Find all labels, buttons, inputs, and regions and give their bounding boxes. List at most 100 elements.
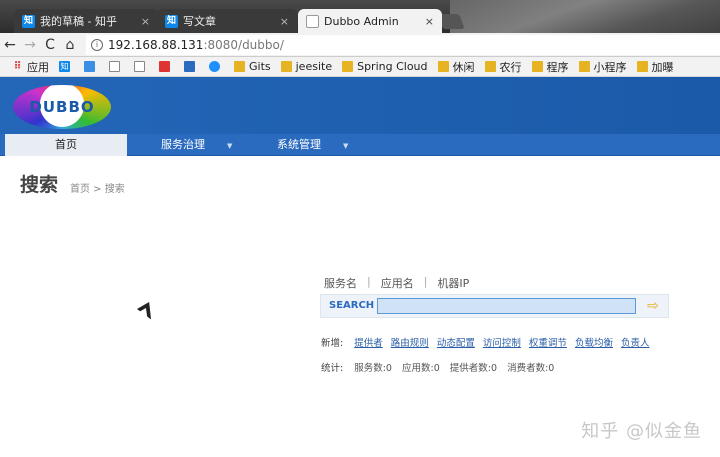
- bookmark-folder[interactable]: 加曝: [636, 59, 674, 75]
- menu-label: 系统管理: [277, 138, 321, 151]
- doc-icon: [109, 61, 120, 72]
- new-links-row: 新增: 提供者 路由规则 动态配置 访问控制 权重调节 负载均衡 负责人: [321, 335, 655, 349]
- tab-separator: |: [367, 275, 371, 288]
- forward-icon[interactable]: →: [20, 37, 40, 53]
- tab-machine-ip[interactable]: 机器IP: [437, 275, 469, 296]
- link-provider[interactable]: 提供者: [354, 338, 383, 349]
- tab-application-name[interactable]: 应用名: [381, 275, 414, 296]
- close-icon[interactable]: ×: [280, 15, 289, 28]
- bookmark-label: Gits: [249, 60, 271, 73]
- arrow-right-icon[interactable]: ⇨: [644, 299, 662, 313]
- folder-icon: [484, 61, 496, 72]
- link-load-balance[interactable]: 负载均衡: [575, 338, 613, 349]
- site-icon: [84, 61, 95, 72]
- dubbo-favicon-icon: [306, 14, 319, 28]
- site-icon: [209, 61, 220, 72]
- url-path: :8080/dubbo/: [203, 37, 284, 52]
- link-access-control[interactable]: 访问控制: [483, 338, 521, 349]
- bookmark-site[interactable]: [159, 61, 174, 72]
- address-bar[interactable]: i 192.168.88.131 :8080/dubbo/: [86, 34, 720, 55]
- tab-title: 写文章: [183, 15, 216, 28]
- tab-title: 我的草稿 - 知乎: [40, 15, 117, 28]
- tab-separator: |: [423, 275, 428, 288]
- search-type-tabs: 服务名 | 应用名 | 机器IP: [324, 275, 469, 296]
- bookmark-folder[interactable]: jeesite: [280, 60, 333, 73]
- link-weight-adjust[interactable]: 权重调节: [529, 338, 567, 349]
- menu-label: 服务治理: [161, 138, 205, 151]
- app-header: DUBBO: [0, 77, 720, 134]
- logo-text: DUBBO: [29, 98, 95, 116]
- link-owner[interactable]: 负责人: [621, 338, 650, 349]
- chevron-down-icon: ▼: [343, 142, 349, 150]
- bookmark-folder[interactable]: 休闲: [437, 59, 475, 75]
- chevron-down-icon: ▼: [227, 142, 233, 150]
- breadcrumb[interactable]: 首页 > 搜索: [70, 180, 125, 195]
- tab-service-name[interactable]: 服务名: [324, 275, 357, 296]
- main-menu: 首页 服务治理 ▼ 系统管理 ▼: [0, 134, 720, 156]
- zhihu-favicon-icon: 知: [22, 14, 35, 28]
- browser-tab-write-article[interactable]: 知 写文章 ×: [157, 9, 297, 33]
- folder-icon: [636, 61, 648, 72]
- search-input[interactable]: [377, 298, 636, 314]
- bookmark-site[interactable]: [184, 61, 199, 72]
- bookmark-label: Spring Cloud: [357, 60, 428, 73]
- stat-provider-count: 提供者数:0: [449, 363, 498, 374]
- folder-icon: [234, 61, 245, 72]
- browser-tab-dubbo-admin[interactable]: Dubbo Admin ×: [298, 9, 442, 33]
- folder-icon: [342, 61, 354, 72]
- menu-system-management[interactable]: 系统管理 ▼: [277, 134, 387, 156]
- zhihu-icon: 知: [59, 61, 70, 72]
- bookmark-apps[interactable]: ⠿ 应用: [12, 59, 49, 75]
- browser-tab-drafts[interactable]: 知 我的草稿 - 知乎 ×: [14, 9, 158, 33]
- reload-icon[interactable]: C: [40, 37, 60, 53]
- new-label: 新增:: [321, 338, 344, 349]
- back-icon[interactable]: ←: [0, 37, 20, 53]
- browser-toolbar: ← → C ⌂ i 192.168.88.131 :8080/dubbo/: [0, 33, 720, 57]
- bookmark-label: 程序: [546, 60, 569, 74]
- menu-service-governance[interactable]: 服务治理 ▼: [161, 134, 271, 156]
- bookmark-folder[interactable]: 农行: [484, 59, 522, 75]
- url-host: 192.168.88.131: [108, 37, 204, 52]
- stat-consumer-count: 消费者数:0: [507, 363, 555, 374]
- bookmark-label: jeesite: [295, 60, 333, 73]
- bookmark-label: 休闲: [452, 60, 475, 74]
- bookmark-label: 加曝: [651, 60, 674, 74]
- watermark: 知乎 @似金鱼: [581, 421, 702, 442]
- dubbo-logo[interactable]: DUBBO: [13, 85, 111, 129]
- search-label: SEARCH: [329, 300, 375, 311]
- stat-app-count: 应用数:0: [402, 363, 440, 374]
- close-icon[interactable]: ×: [425, 15, 434, 28]
- bookmark-label: 应用: [27, 60, 49, 74]
- bookmark-folder[interactable]: 小程序: [578, 59, 627, 75]
- tab-title: Dubbo Admin: [324, 14, 399, 28]
- bookmark-doc[interactable]: [109, 61, 124, 72]
- home-icon[interactable]: ⌂: [60, 37, 80, 53]
- folder-icon: [531, 61, 543, 72]
- apps-grid-icon: ⠿: [13, 61, 22, 72]
- stats-row: 统计: 服务数:0 应用数:0 提供者数:0 消费者数:0: [321, 360, 561, 374]
- bookmark-site[interactable]: [209, 61, 224, 72]
- search-bar: SEARCH ⇨: [320, 294, 669, 318]
- site-icon: [159, 61, 170, 72]
- bookmark-label: 小程序: [593, 60, 627, 74]
- menu-home[interactable]: 首页: [5, 134, 127, 156]
- bookmarks-bar: ⠿ 应用 知 Gits jeesite Spring Cloud 休闲 农行 程…: [0, 57, 720, 77]
- bookmark-label: 农行: [499, 60, 522, 74]
- zhihu-favicon-icon: 知: [165, 14, 178, 28]
- bookmark-folder[interactable]: Gits: [234, 60, 271, 73]
- folder-icon: [280, 61, 292, 72]
- info-icon[interactable]: i: [91, 38, 103, 51]
- bookmark-folder[interactable]: Spring Cloud: [342, 60, 428, 73]
- close-icon[interactable]: ×: [141, 15, 150, 28]
- link-route-rule[interactable]: 路由规则: [391, 338, 429, 349]
- link-dynamic-config[interactable]: 动态配置: [437, 338, 475, 349]
- folder-icon: [578, 61, 590, 72]
- browser-tab-strip: 知 我的草稿 - 知乎 × 知 写文章 × Dubbo Admin ×: [0, 0, 720, 33]
- folder-icon: [437, 61, 449, 72]
- stat-service-count: 服务数:0: [354, 363, 392, 374]
- bookmark-folder[interactable]: 程序: [531, 59, 569, 75]
- bookmark-zhihu[interactable]: 知: [59, 61, 74, 72]
- doc-icon: [134, 61, 145, 72]
- bookmark-site[interactable]: [84, 61, 99, 72]
- bookmark-doc[interactable]: [134, 61, 149, 72]
